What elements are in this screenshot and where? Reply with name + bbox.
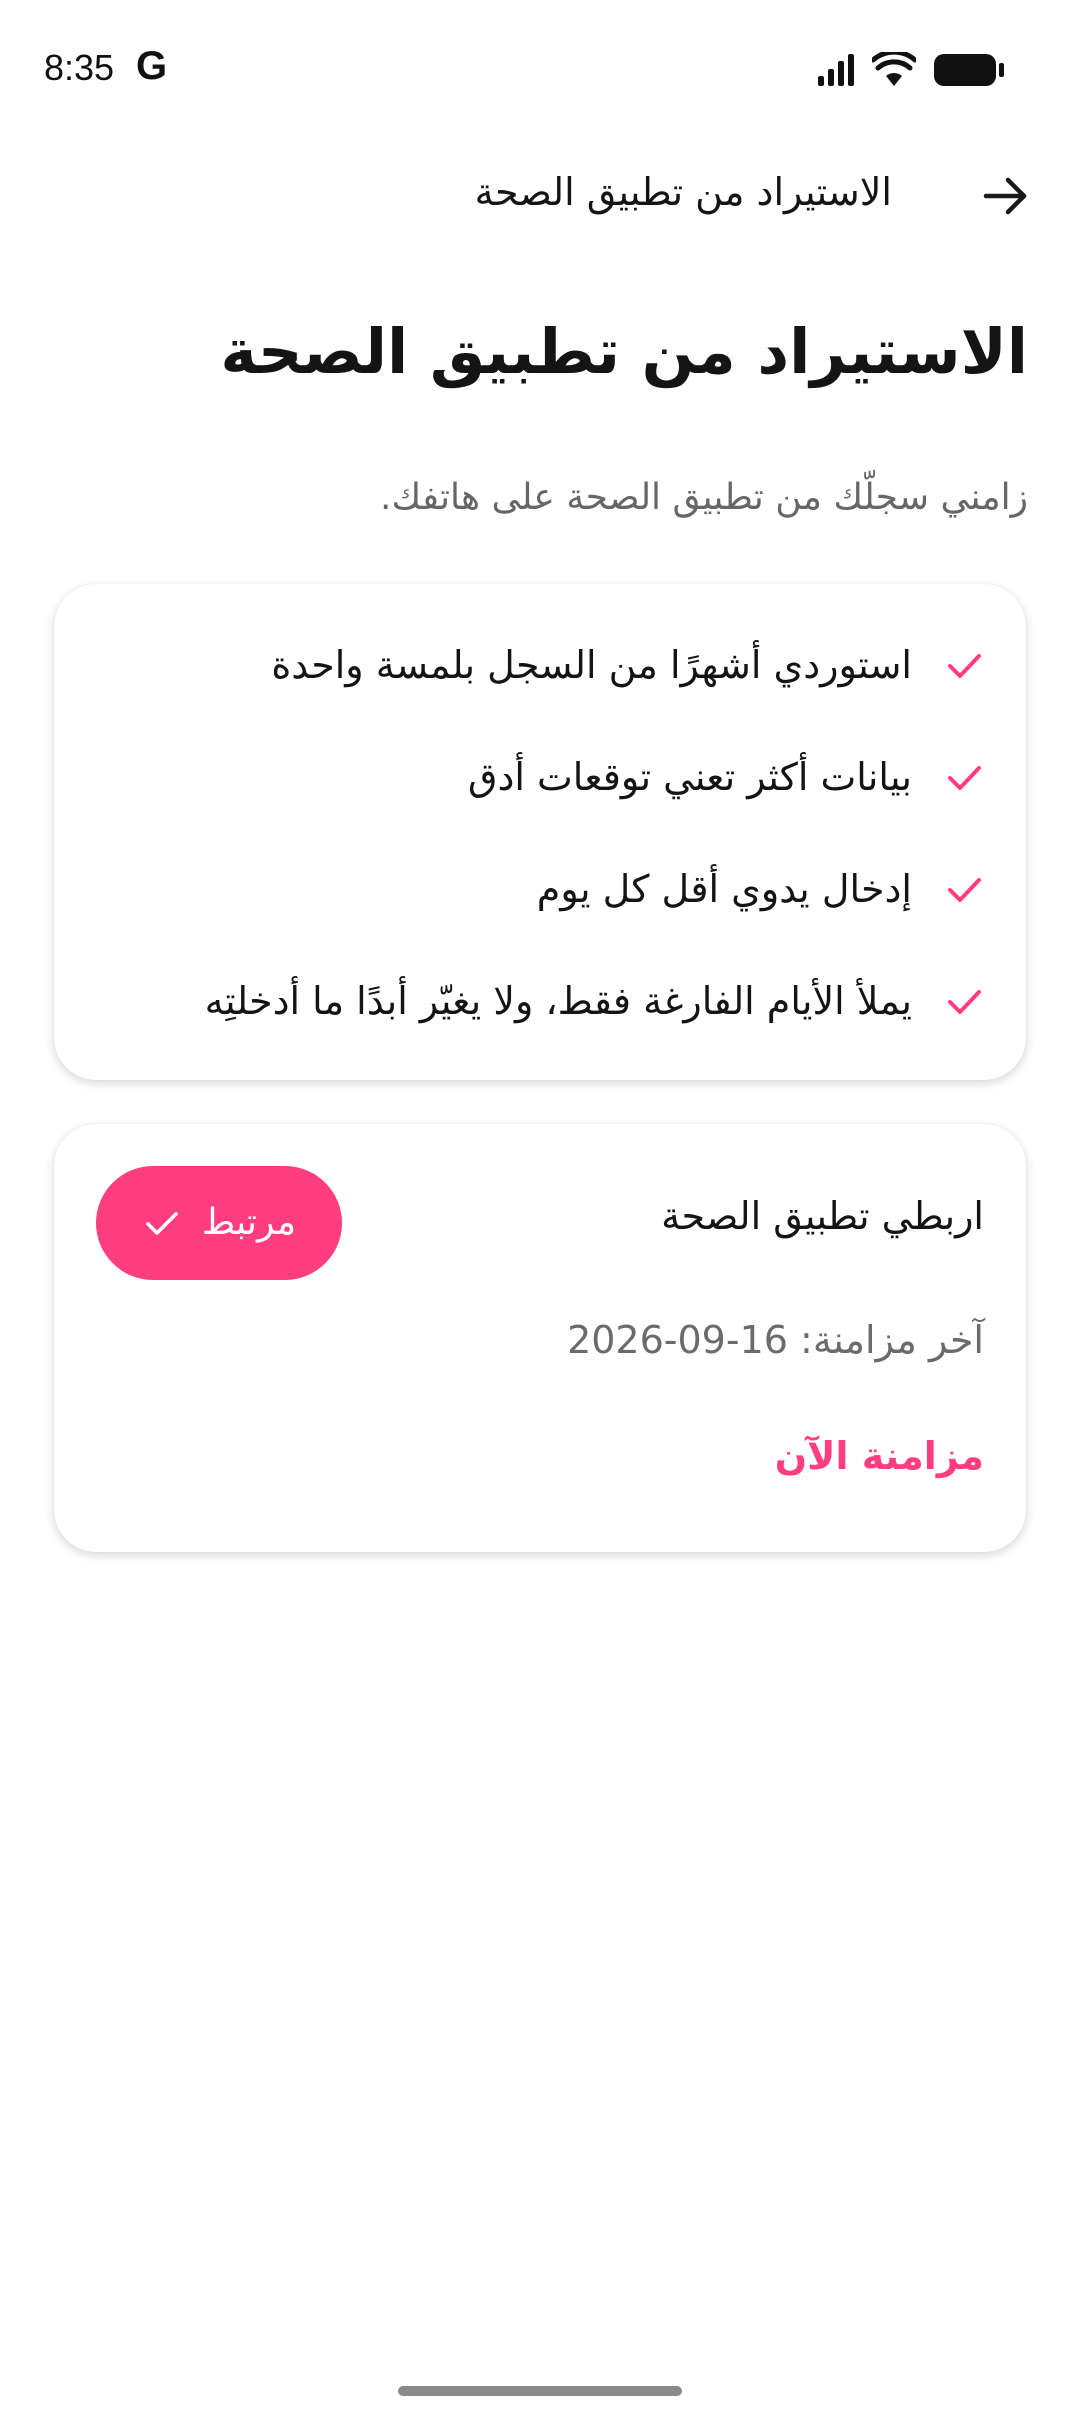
benefit-item: استوردي أشهرًا من السجل بلمسة واحدة [271,630,986,700]
benefit-label: استوردي أشهرًا من السجل بلمسة واحدة [271,643,912,687]
home-indicator[interactable] [398,2386,682,2396]
page-subtitle: زامني سجلّك من تطبيق الصحة على هاتفك. [380,477,1028,518]
linked-status-button[interactable]: مرتبط [96,1166,342,1280]
benefit-label: بيانات أكثر تعني توقعات أدق [467,755,912,799]
google-icon: G [136,44,168,88]
linked-status-label: مرتبط [201,1202,297,1243]
health-link-card: اربطي تطبيق الصحة مرتبط آخر مزامنة: 16-0… [54,1124,1026,1552]
check-icon [146,1212,178,1235]
battery-icon [934,54,1004,86]
page-title: الاستيراد من تطبيق الصحة [220,315,1028,388]
last-sync-text: آخر مزامنة: 16-09-2026 [567,1318,984,1362]
benefit-label: يملأ الأيام الفارغة فقط، ولا يغيّر أبدًا… [204,979,912,1023]
sync-now-button[interactable]: مزامنة الآن [775,1426,984,1486]
signal-icon [818,54,854,86]
check-icon [948,766,981,790]
benefits-card: استوردي أشهرًا من السجل بلمسة واحدة بيان… [54,584,1026,1080]
status-time: 8:35 [44,47,115,88]
status-icons [816,50,1006,90]
benefit-item: بيانات أكثر تعني توقعات أدق [468,742,986,812]
back-arrow-icon[interactable] [978,168,1034,224]
benefit-item: إدخال يدوي أقل كل يوم [537,854,986,924]
check-icon [948,878,981,902]
topbar-title: الاستيراد من تطبيق الصحة [474,170,892,214]
link-card-title: اربطي تطبيق الصحة [661,1194,984,1238]
benefit-item: يملأ الأيام الفارغة فقط، ولا يغيّر أبدًا… [205,966,986,1036]
check-icon [948,654,981,678]
check-icon [948,990,981,1014]
wifi-icon [872,52,916,86]
benefit-label: إدخال يدوي أقل كل يوم [536,867,912,911]
